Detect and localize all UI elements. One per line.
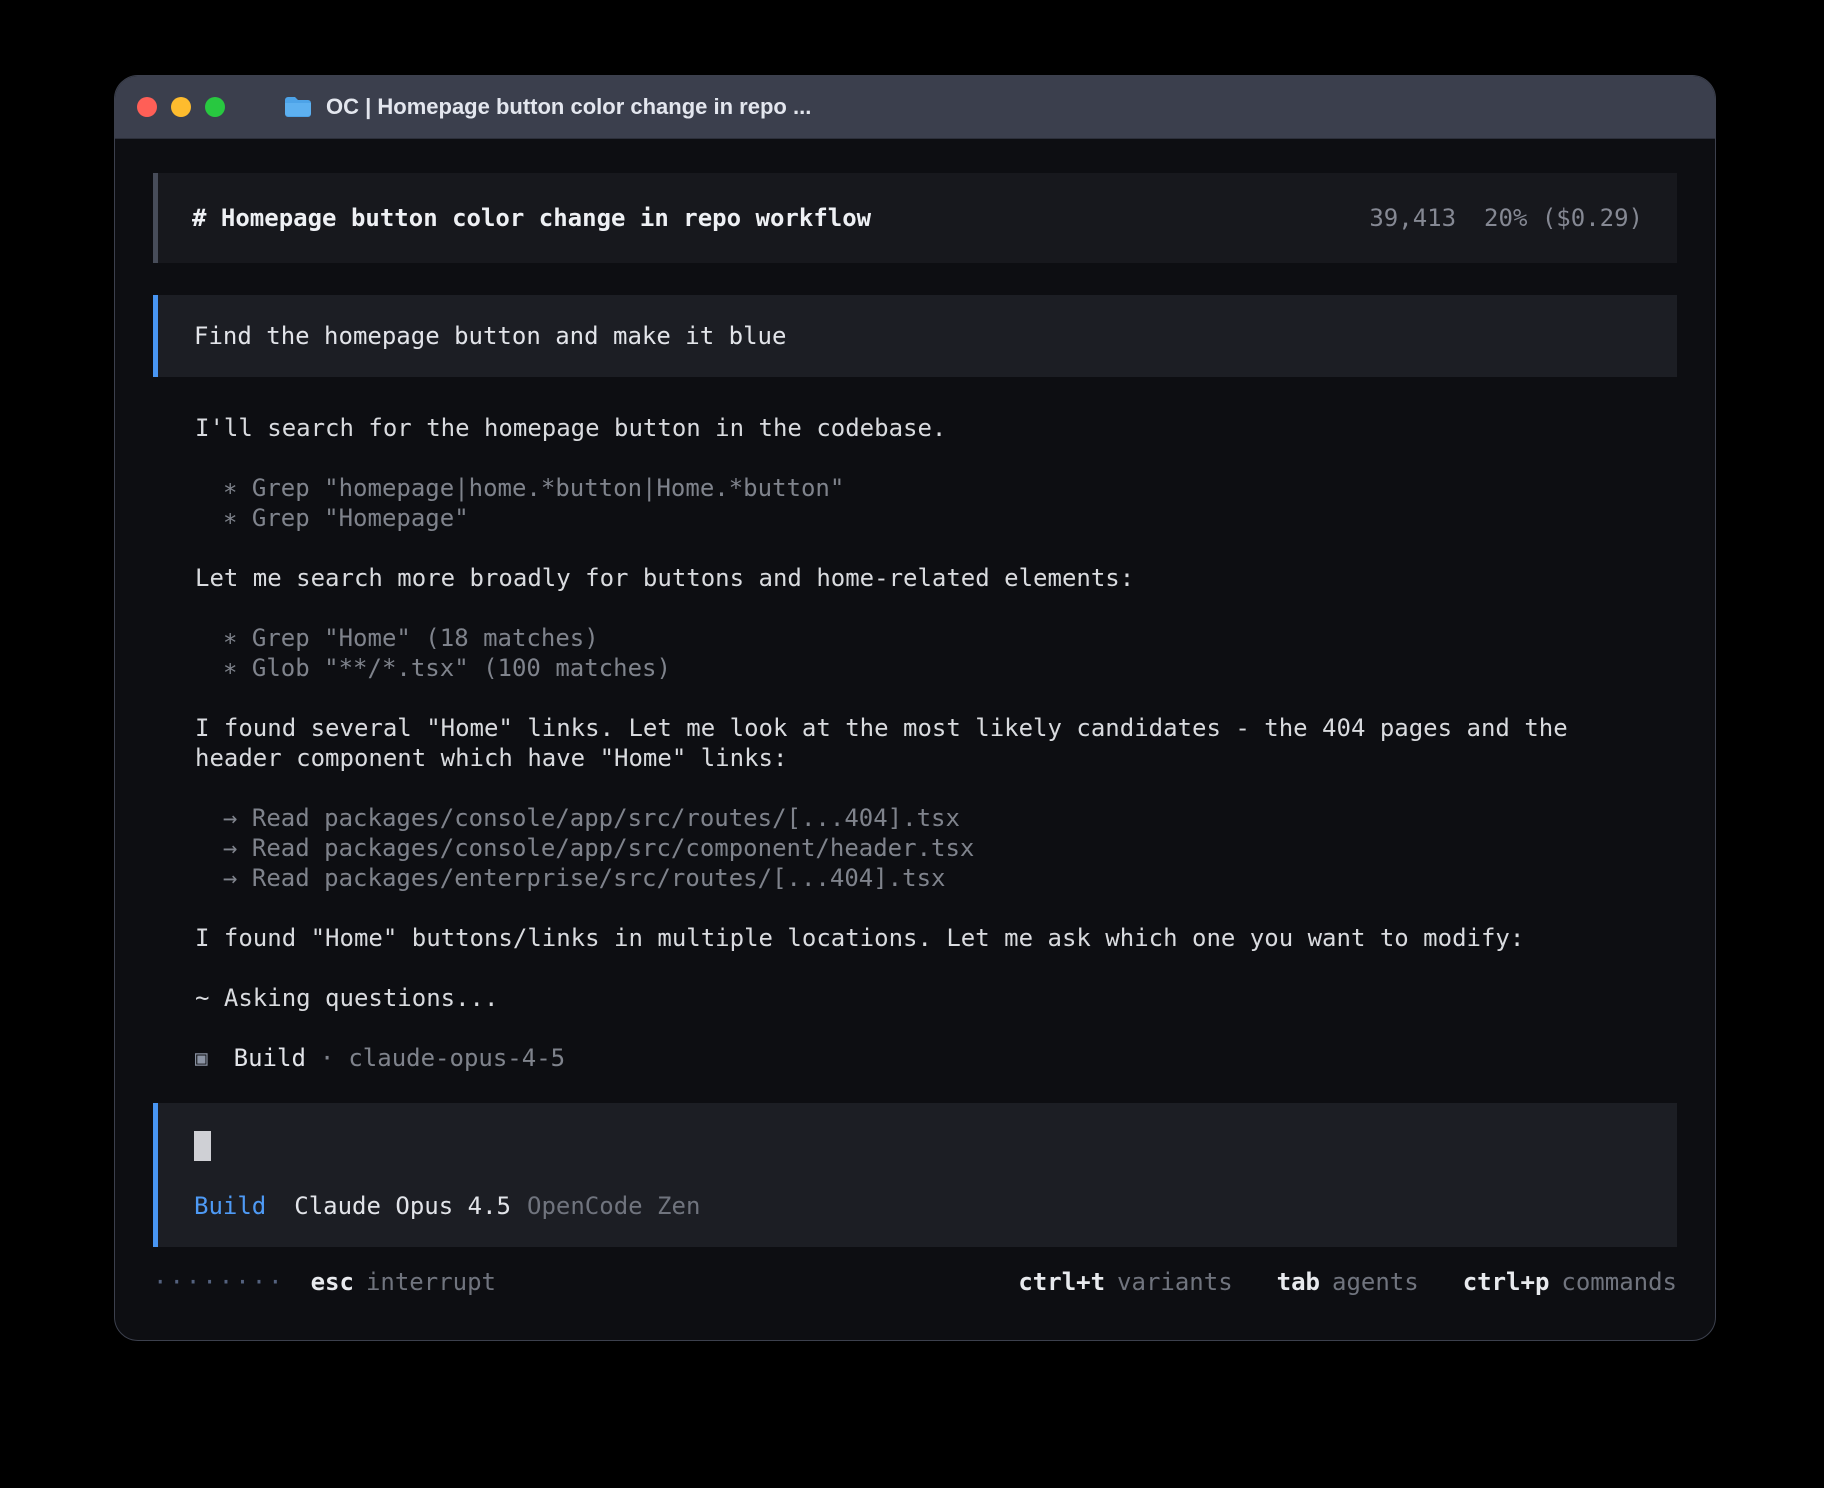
token-count: 39,413	[1369, 203, 1456, 233]
shortcut-label: interrupt	[366, 1268, 496, 1296]
window-title: OC | Homepage button color change in rep…	[326, 94, 811, 120]
shortcut-label: commands	[1561, 1268, 1677, 1296]
input-provider-label: OpenCode Zen	[527, 1191, 700, 1221]
session-stats: 39,413 20% ($0.29)	[1369, 203, 1643, 233]
status-bar-left: ········ esc interrupt	[153, 1267, 496, 1297]
terminal-content: # Homepage button color change in repo w…	[115, 139, 1715, 1340]
grep-tool-call: ∗ Grep "Homepage"	[153, 503, 1677, 533]
minimize-button[interactable]	[171, 97, 191, 117]
agent-status: ▣ Build · claude-opus-4-5	[153, 1043, 1677, 1073]
desktop: OC | Homepage button color change in rep…	[0, 0, 1824, 1488]
input-model-label: Claude Opus 4.5	[294, 1191, 511, 1221]
tool-call-group: ∗ Grep "Home" (18 matches) ∗ Glob "**/*.…	[153, 623, 1677, 683]
agent-model: claude-opus-4-5	[348, 1043, 565, 1073]
window-titlebar: OC | Homepage button color change in rep…	[115, 76, 1715, 139]
shortcut-agents: tab agents	[1277, 1267, 1419, 1297]
glob-tool-call: ∗ Glob "**/*.tsx" (100 matches)	[153, 653, 1677, 683]
agent-icon: ▣	[195, 1043, 208, 1073]
session-title: # Homepage button color change in repo w…	[192, 203, 871, 233]
tool-call-group: ∗ Grep "homepage|home.*button|Home.*butt…	[153, 473, 1677, 533]
input-footer: Build Claude Opus 4.5 OpenCode Zen	[194, 1191, 1641, 1221]
asking-status-line: ~ Asking questions...	[153, 983, 1677, 1013]
assistant-paragraph: I found "Home" buttons/links in multiple…	[153, 923, 1677, 953]
agent-separator: ·	[320, 1043, 334, 1073]
shortcut-commands: ctrl+p commands	[1463, 1267, 1677, 1297]
assistant-paragraph: I found several "Home" links. Let me loo…	[153, 713, 1677, 773]
read-tool-call: → Read packages/console/app/src/componen…	[153, 833, 1677, 863]
prompt-input[interactable]: Build Claude Opus 4.5 OpenCode Zen	[153, 1103, 1677, 1247]
shortcut-key: ctrl+t	[1018, 1268, 1105, 1296]
folder-icon	[283, 95, 313, 119]
user-message-text: Find the homepage button and make it blu…	[194, 321, 786, 351]
session-header: # Homepage button color change in repo w…	[153, 173, 1677, 263]
grep-tool-call: ∗ Grep "Home" (18 matches)	[153, 623, 1677, 653]
traffic-lights	[137, 97, 225, 117]
shortcut-interrupt: esc interrupt	[311, 1267, 496, 1297]
shortcut-label: agents	[1332, 1268, 1419, 1296]
input-mode-label: Build	[194, 1191, 266, 1221]
read-tool-call: → Read packages/enterprise/src/routes/[.…	[153, 863, 1677, 893]
shortcut-key: esc	[311, 1268, 354, 1296]
agent-name: Build	[234, 1043, 306, 1073]
status-bar: ········ esc interrupt ctrl+t variants tab…	[153, 1267, 1677, 1297]
read-tool-call: → Read packages/console/app/src/routes/[…	[153, 803, 1677, 833]
assistant-paragraph: Let me search more broadly for buttons a…	[153, 563, 1677, 593]
shortcut-key: ctrl+p	[1463, 1268, 1550, 1296]
user-message: Find the homepage button and make it blu…	[153, 295, 1677, 377]
status-bar-right: ctrl+t variants tab agents ctrl+p commands	[1018, 1267, 1677, 1297]
grep-tool-call: ∗ Grep "homepage|home.*button|Home.*butt…	[153, 473, 1677, 503]
shortcut-label: variants	[1117, 1268, 1233, 1296]
shortcut-variants: ctrl+t variants	[1018, 1267, 1232, 1297]
close-button[interactable]	[137, 97, 157, 117]
tool-call-group: → Read packages/console/app/src/routes/[…	[153, 803, 1677, 893]
spinner-dots: ········	[153, 1267, 285, 1297]
text-cursor	[194, 1131, 211, 1161]
context-usage: 20% ($0.29)	[1484, 203, 1643, 233]
terminal-window: OC | Homepage button color change in rep…	[114, 75, 1716, 1341]
zoom-button[interactable]	[205, 97, 225, 117]
shortcut-key: tab	[1277, 1268, 1320, 1296]
assistant-paragraph: I'll search for the homepage button in t…	[153, 413, 1677, 443]
